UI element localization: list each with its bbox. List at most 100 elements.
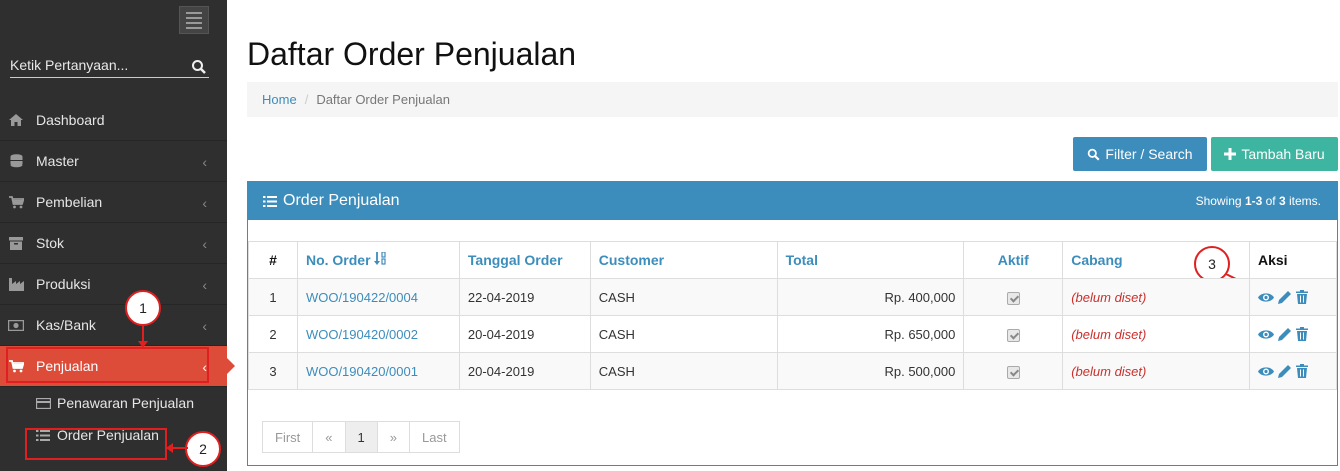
cell-number: 2 [248, 315, 298, 353]
column-header-cabang[interactable]: Cabang [1062, 241, 1250, 279]
cell-date: 22-04-2019 [458, 278, 591, 316]
delete-trash-icon[interactable] [1295, 327, 1308, 341]
sidebar-item-stok[interactable]: Stok ‹ [0, 223, 227, 264]
cell-aktif [963, 352, 1064, 390]
sidebar-item-label: Kas/Bank [36, 317, 96, 333]
cell-total: Rp. 400,000 [776, 278, 965, 316]
cell-order-link[interactable]: WOO/190422/0004 [296, 278, 460, 316]
cell-order-link[interactable]: WOO/190420/0002 [296, 315, 460, 353]
pagination: First « 1 » Last [262, 421, 460, 453]
cell-total: Rp. 500,000 [776, 352, 965, 390]
pager-first[interactable]: First [262, 421, 314, 453]
search-icon [1088, 148, 1100, 161]
breadcrumb-home-link[interactable]: Home [262, 92, 297, 107]
items-summary-suffix: items. [1285, 194, 1321, 208]
cell-actions [1248, 315, 1338, 353]
table-header-row: # No. Order Tanggal Order Customer Total… [248, 241, 1338, 279]
sidebar-toggle-button[interactable] [179, 6, 209, 34]
card-icon [36, 397, 51, 409]
aktif-checkbox [1006, 365, 1020, 379]
annotation-arrow-2 [166, 443, 188, 453]
sidebar-item-label: Produksi [36, 276, 91, 292]
pager-next[interactable]: » [376, 421, 410, 453]
sidebar-item-label: Pembelian [36, 194, 103, 210]
hamburger-icon [186, 11, 202, 14]
cell-aktif [963, 278, 1064, 316]
sidebar-item-label: Stok [36, 235, 65, 251]
delete-trash-icon[interactable] [1295, 290, 1308, 304]
chevron-left-icon: ‹ [202, 154, 207, 170]
annotation-marker-1: 1 [125, 290, 161, 326]
annotation-arrow-1 [138, 325, 148, 348]
breadcrumb: Home / Daftar Order Penjualan [247, 82, 1338, 117]
items-summary-total: 3 [1278, 194, 1286, 208]
sidebar-subitem-label: Penawaran Penjualan [57, 395, 194, 411]
sidebar-item-master[interactable]: Master ‹ [0, 141, 227, 182]
cell-actions [1248, 278, 1338, 316]
column-header-label: No. Order [305, 252, 371, 268]
table-row: 2 WOO/190420/0002 20-04-2019 CASH Rp. 65… [248, 315, 1338, 353]
view-eye-icon[interactable] [1257, 292, 1274, 303]
column-header-total[interactable]: Total [776, 241, 965, 279]
edit-pencil-icon[interactable] [1277, 364, 1292, 378]
items-summary-range: 1-3 [1244, 194, 1263, 208]
aktif-checkbox [1006, 328, 1020, 342]
annotation-marker-2: 2 [185, 431, 221, 467]
column-header-no-order[interactable]: No. Order [296, 241, 460, 279]
panel-header: Order Penjualan Showing 1-3 of 3 items. [248, 182, 1337, 220]
filter-search-button[interactable]: Filter / Search [1073, 137, 1207, 171]
cell-customer: CASH [589, 315, 778, 353]
order-table: # No. Order Tanggal Order Customer Total… [248, 241, 1338, 390]
add-new-button[interactable]: Tambah Baru [1211, 137, 1338, 171]
archive-icon [8, 236, 24, 250]
column-header-aktif[interactable]: Aktif [963, 241, 1064, 279]
view-eye-icon[interactable] [1257, 366, 1274, 377]
table-row: 3 WOO/190420/0001 20-04-2019 CASH Rp. 50… [248, 352, 1338, 390]
column-header-tanggal-order[interactable]: Tanggal Order [458, 241, 591, 279]
sidebar-subitem-penawaran-penjualan[interactable]: Penawaran Penjualan [0, 387, 227, 419]
add-new-label: Tambah Baru [1241, 146, 1325, 162]
sidebar-item-kas-bank[interactable]: Kas/Bank ‹ [0, 305, 227, 346]
column-header-customer[interactable]: Customer [589, 241, 778, 279]
breadcrumb-separator: / [304, 92, 309, 107]
home-icon [8, 113, 24, 127]
annotation-box-penjualan [6, 347, 209, 383]
pager-page-1[interactable]: 1 [344, 421, 378, 453]
database-icon [8, 154, 24, 168]
sidebar-item-produksi[interactable]: Produksi ‹ [0, 264, 227, 305]
column-header-aksi: Aksi [1248, 241, 1338, 279]
page-title: Daftar Order Penjualan [247, 36, 577, 72]
pager-prev[interactable]: « [312, 421, 346, 453]
search-input[interactable] [10, 54, 185, 76]
items-summary-of: of [1262, 194, 1279, 208]
plus-icon [1224, 148, 1237, 160]
chevron-left-icon: ‹ [202, 277, 207, 293]
sidebar: Dashboard Master ‹ Pembelian ‹ Stok ‹ Pr… [0, 0, 235, 471]
factory-icon [8, 277, 24, 291]
cell-order-link[interactable]: WOO/190420/0001 [296, 352, 460, 390]
chevron-left-icon: ‹ [202, 318, 207, 334]
sidebar-item-dashboard[interactable]: Dashboard [0, 100, 227, 141]
cell-aktif [963, 315, 1064, 353]
cell-customer: CASH [589, 278, 778, 316]
edit-pencil-icon[interactable] [1277, 327, 1292, 341]
column-header-number: # [248, 241, 298, 279]
money-icon [8, 318, 24, 332]
search-icon[interactable] [191, 59, 207, 75]
sidebar-item-pembelian[interactable]: Pembelian ‹ [0, 182, 227, 223]
sidebar-item-label: Master [36, 153, 79, 169]
cell-customer: CASH [589, 352, 778, 390]
pager-last[interactable]: Last [408, 421, 460, 453]
chevron-left-icon: ‹ [202, 195, 207, 211]
cell-date: 20-04-2019 [458, 352, 591, 390]
cell-number: 3 [248, 352, 298, 390]
view-eye-icon[interactable] [1257, 329, 1274, 340]
edit-pencil-icon[interactable] [1277, 290, 1292, 304]
cell-date: 20-04-2019 [458, 315, 591, 353]
sidebar-menu: Dashboard Master ‹ Pembelian ‹ Stok ‹ Pr… [0, 100, 235, 387]
sidebar-item-label: Dashboard [36, 112, 105, 128]
sidebar-search [10, 54, 209, 78]
items-summary: Showing 1-3 of 3 items. [1196, 194, 1321, 208]
delete-trash-icon[interactable] [1295, 364, 1308, 378]
filter-search-label: Filter / Search [1105, 146, 1193, 162]
